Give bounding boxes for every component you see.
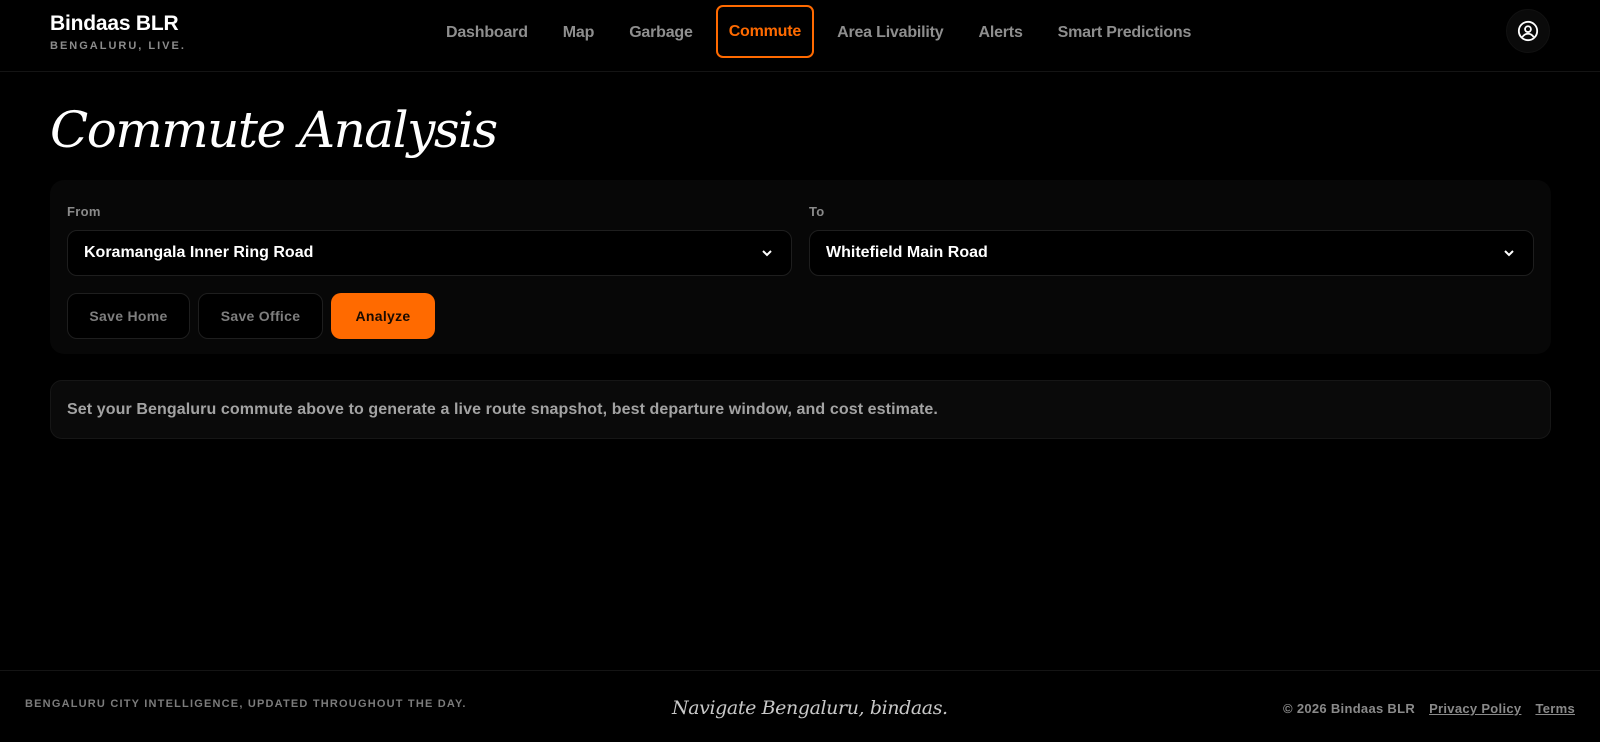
nav-item-smart-predictions[interactable]: Smart Predictions <box>1046 5 1204 58</box>
footer: BENGALURU CITY INTELLIGENCE, UPDATED THR… <box>0 670 1600 742</box>
top-header: Bindaas BLR BENGALURU, LIVE. Dashboard M… <box>0 0 1600 72</box>
to-select-value: Whitefield Main Road <box>826 244 988 261</box>
user-circle-icon <box>1517 20 1539 42</box>
chevron-down-icon <box>761 246 775 260</box>
footer-copyright: © 2026 Bindaas BLR <box>1283 701 1416 716</box>
info-message-text: Set your Bengaluru commute above to gene… <box>67 400 938 418</box>
terms-link[interactable]: Terms <box>1535 701 1575 716</box>
nav-item-map[interactable]: Map <box>551 5 606 58</box>
nav-item-commute[interactable]: Commute <box>715 5 815 58</box>
footer-meta: © 2026 Bindaas BLR Privacy Policy Terms <box>1283 701 1575 716</box>
footer-tagline: BENGALURU CITY INTELLIGENCE, UPDATED THR… <box>25 698 467 710</box>
nav-item-dashboard[interactable]: Dashboard <box>434 5 540 58</box>
nav-item-alerts[interactable]: Alerts <box>966 5 1034 58</box>
footer-slogan: Navigate Bengaluru, bindaas. <box>672 697 948 719</box>
analyze-button[interactable]: Analyze <box>331 293 435 339</box>
main-nav: Dashboard Map Garbage Commute Area Livab… <box>434 5 1214 58</box>
page-title: Commute Analysis <box>50 101 498 159</box>
nav-item-garbage[interactable]: Garbage <box>617 5 705 58</box>
from-select[interactable]: Koramangala Inner Ring Road <box>67 230 792 276</box>
from-label: From <box>67 204 101 219</box>
brand-tagline: BENGALURU, LIVE. <box>50 40 186 52</box>
nav-item-area-livability[interactable]: Area Livability <box>825 5 955 58</box>
info-message: Set your Bengaluru commute above to gene… <box>50 380 1551 439</box>
save-office-button[interactable]: Save Office <box>198 293 323 339</box>
to-select[interactable]: Whitefield Main Road <box>809 230 1534 276</box>
page: Bindaas BLR BENGALURU, LIVE. Dashboard M… <box>0 0 1600 742</box>
privacy-policy-link[interactable]: Privacy Policy <box>1429 701 1521 716</box>
chevron-down-icon <box>1503 246 1517 260</box>
from-select-value: Koramangala Inner Ring Road <box>84 244 314 261</box>
brand[interactable]: Bindaas BLR BENGALURU, LIVE. <box>50 12 186 53</box>
profile-button[interactable] <box>1506 9 1550 53</box>
save-home-button[interactable]: Save Home <box>67 293 190 339</box>
to-label: To <box>809 204 825 219</box>
brand-name: Bindaas BLR <box>50 12 179 35</box>
